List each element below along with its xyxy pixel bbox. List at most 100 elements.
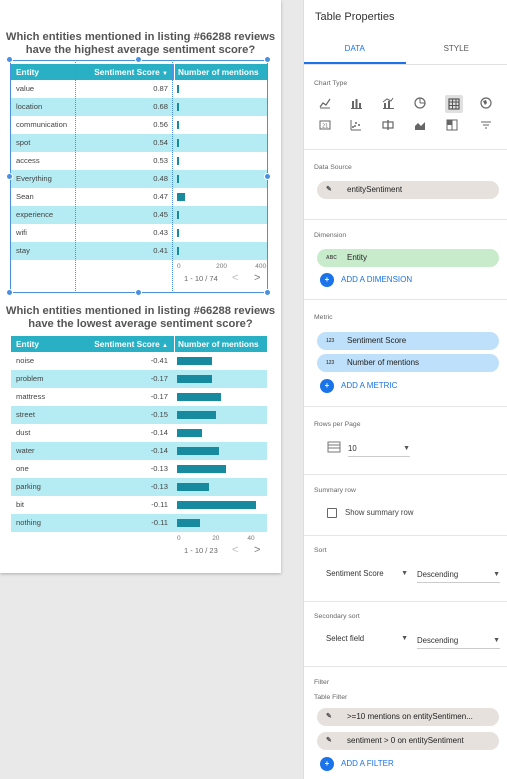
treemap-icon[interactable] bbox=[445, 119, 459, 133]
table-icon[interactable] bbox=[445, 95, 463, 113]
number-type-icon: 123 bbox=[326, 338, 335, 344]
add-metric-button[interactable]: + ADD A METRIC bbox=[320, 379, 397, 393]
metric-name: Sentiment Score bbox=[347, 336, 407, 345]
section-sort: Sort Sentiment Score ▼ Descending ▼ bbox=[304, 535, 507, 601]
secondary-sort-field-select[interactable]: Select field ▼ bbox=[326, 631, 408, 647]
rows-per-page-value: 10 bbox=[348, 444, 357, 453]
tab-data[interactable]: DATA bbox=[304, 34, 406, 64]
cell-sentiment-score: 0.45 bbox=[153, 210, 168, 219]
chart-title-line: Which entities mentioned in listing #662… bbox=[5, 305, 276, 317]
secondary-sort-order-select[interactable]: Descending ▼ bbox=[417, 633, 500, 649]
resize-handle[interactable] bbox=[264, 173, 271, 180]
sort-order-select[interactable]: Descending ▼ bbox=[417, 567, 500, 583]
data-source-chip[interactable]: ✎ entitySentiment bbox=[317, 181, 499, 199]
cell-entity: Everything bbox=[16, 174, 52, 183]
table-row[interactable]: stay 0.41 bbox=[11, 242, 267, 260]
resize-handle[interactable] bbox=[135, 56, 142, 63]
cell-entity: stay bbox=[16, 246, 30, 255]
table-row[interactable]: nothing -0.11 bbox=[11, 514, 267, 532]
table-body: value 0.87 location 0.68 communication 0.56 sp… bbox=[11, 80, 267, 260]
table-row[interactable]: dust -0.14 bbox=[11, 424, 267, 442]
table-row[interactable]: bit -0.11 bbox=[11, 496, 267, 514]
add-filter-button[interactable]: + ADD A FILTER bbox=[320, 757, 394, 771]
header-mentions[interactable]: Number of mentions bbox=[174, 64, 267, 80]
line-chart-icon[interactable] bbox=[318, 97, 332, 111]
resize-handle[interactable] bbox=[264, 56, 271, 63]
table-row[interactable]: Everything 0.48 bbox=[11, 170, 267, 188]
edit-pencil-icon[interactable]: ✎ bbox=[326, 732, 332, 750]
pivot-table-icon[interactable] bbox=[381, 119, 395, 133]
pager-prev-button[interactable]: < bbox=[232, 272, 238, 284]
cell-mentions bbox=[174, 224, 267, 242]
cell-sentiment-score: 0.54 bbox=[153, 138, 168, 147]
table-row[interactable]: mattress -0.17 bbox=[11, 388, 267, 406]
geo-map-icon[interactable] bbox=[479, 97, 493, 111]
sort-field-select[interactable]: Sentiment Score ▼ bbox=[326, 566, 408, 582]
summary-row-checkbox[interactable] bbox=[327, 508, 337, 518]
header-sentiment-score[interactable]: Sentiment Score ▲ bbox=[76, 336, 174, 352]
header-entity[interactable]: Entity bbox=[11, 336, 76, 352]
table-row[interactable]: Sean 0.47 bbox=[11, 188, 267, 206]
pager-prev-button[interactable]: < bbox=[232, 544, 238, 556]
cell-sentiment-score: 0.56 bbox=[153, 120, 168, 129]
dimension-name: Entity bbox=[347, 253, 368, 262]
section-data-source: Data Source ✎ entitySentiment bbox=[304, 149, 507, 219]
table-row[interactable]: problem -0.17 bbox=[11, 370, 267, 388]
filter-chip[interactable]: ✎ sentiment > 0 on entitySentiment bbox=[317, 732, 499, 750]
table-highest-sentiment[interactable]: Entity Sentiment Score ▼ Number of menti… bbox=[11, 64, 267, 286]
panel-tabs: DATA STYLE bbox=[304, 34, 507, 65]
filter-control-icon[interactable] bbox=[479, 119, 493, 133]
table-row[interactable]: access 0.53 bbox=[11, 152, 267, 170]
cell-entity: water bbox=[16, 446, 35, 455]
metric-chip[interactable]: 123 Sentiment Score bbox=[317, 332, 499, 350]
mentions-bar bbox=[177, 211, 179, 219]
cell-mentions bbox=[174, 170, 267, 188]
table-row[interactable]: location 0.68 bbox=[11, 98, 267, 116]
chart-title-highest: Which entities mentioned in listing #662… bbox=[4, 31, 277, 57]
summary-row-label: Show summary row bbox=[345, 508, 414, 517]
pager-next-button[interactable]: > bbox=[254, 544, 260, 556]
cell-mentions bbox=[174, 352, 267, 370]
table-row[interactable]: parking -0.13 bbox=[11, 478, 267, 496]
tab-style[interactable]: STYLE bbox=[406, 34, 507, 64]
area-chart-icon[interactable] bbox=[413, 119, 427, 133]
pager-range: 1 - 10 / 74 bbox=[184, 274, 218, 283]
filter-chip[interactable]: ✎ >=10 mentions on entitySentimen... bbox=[317, 708, 499, 726]
combo-chart-icon[interactable] bbox=[381, 97, 395, 111]
resize-handle[interactable] bbox=[6, 289, 13, 296]
resize-handle[interactable] bbox=[264, 289, 271, 296]
header-entity[interactable]: Entity bbox=[11, 64, 76, 80]
pie-chart-icon[interactable] bbox=[413, 97, 427, 111]
sort-order-value: Descending bbox=[417, 570, 459, 579]
table-row[interactable]: water -0.14 bbox=[11, 442, 267, 460]
table-lowest-sentiment[interactable]: Entity Sentiment Score ▲ Number of menti… bbox=[11, 336, 267, 558]
table-row[interactable]: communication 0.56 bbox=[11, 116, 267, 134]
bar-chart-icon[interactable] bbox=[349, 97, 363, 111]
table-row[interactable]: one -0.13 bbox=[11, 460, 267, 478]
edit-pencil-icon[interactable]: ✎ bbox=[326, 181, 332, 199]
table-row[interactable]: wifi 0.43 bbox=[11, 224, 267, 242]
rows-per-page-select[interactable]: 10 ▼ bbox=[348, 441, 410, 457]
filter-name: sentiment > 0 on entitySentiment bbox=[347, 736, 464, 745]
header-sentiment-score-label: Sentiment Score bbox=[94, 339, 160, 349]
scatter-chart-icon[interactable] bbox=[349, 119, 363, 133]
resize-handle[interactable] bbox=[6, 173, 13, 180]
dimension-chip[interactable]: ABC Entity bbox=[317, 249, 499, 267]
svg-text:21: 21 bbox=[322, 124, 328, 130]
table-row[interactable]: value 0.87 bbox=[11, 80, 267, 98]
table-row[interactable]: noise -0.41 bbox=[11, 352, 267, 370]
table-row[interactable]: street -0.15 bbox=[11, 406, 267, 424]
metric-chip[interactable]: 123 Number of mentions bbox=[317, 354, 499, 372]
resize-handle[interactable] bbox=[135, 289, 142, 296]
header-mentions[interactable]: Number of mentions bbox=[174, 336, 267, 352]
section-chart-type: Chart Type 21 bbox=[304, 66, 507, 148]
add-dimension-button[interactable]: + ADD A DIMENSION bbox=[320, 273, 412, 287]
scorecard-icon[interactable]: 21 bbox=[318, 119, 332, 133]
cell-mentions bbox=[174, 442, 267, 460]
table-row[interactable]: experience 0.45 bbox=[11, 206, 267, 224]
header-sentiment-score[interactable]: Sentiment Score ▼ bbox=[76, 64, 174, 80]
pager-next-button[interactable]: > bbox=[254, 272, 260, 284]
table-row[interactable]: spot 0.54 bbox=[11, 134, 267, 152]
edit-pencil-icon[interactable]: ✎ bbox=[326, 708, 332, 726]
resize-handle[interactable] bbox=[6, 56, 13, 63]
